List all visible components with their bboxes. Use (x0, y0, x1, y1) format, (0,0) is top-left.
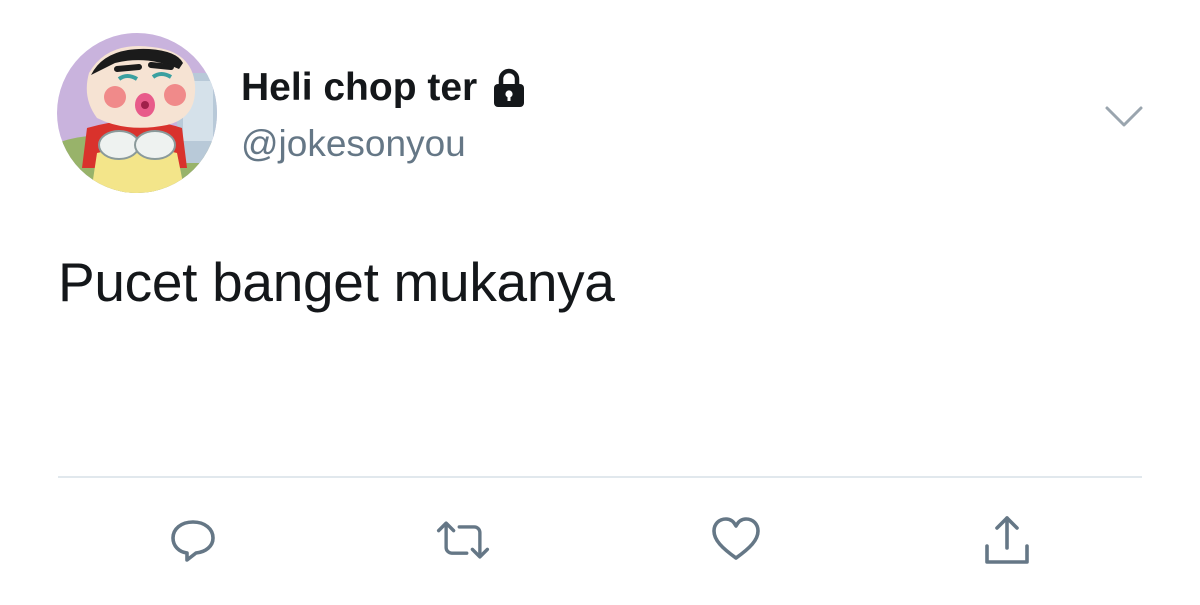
chevron-down-icon[interactable] (1104, 104, 1144, 130)
lock-icon (491, 68, 527, 108)
reply-button[interactable] (163, 510, 223, 570)
handle[interactable]: @jokesonyou (241, 123, 466, 165)
share-icon (985, 516, 1029, 564)
reply-icon (171, 520, 215, 562)
retweet-icon (436, 521, 490, 559)
retweet-button[interactable] (433, 510, 493, 570)
tweet-text: Pucet banget mukanya (58, 251, 615, 313)
display-name[interactable]: Heli chop ter (241, 66, 477, 110)
display-name-row: Heli chop ter (241, 66, 527, 110)
avatar[interactable] (57, 33, 217, 193)
like-button[interactable] (706, 510, 766, 570)
divider (58, 476, 1142, 478)
share-button[interactable] (977, 510, 1037, 570)
heart-icon (712, 517, 760, 560)
